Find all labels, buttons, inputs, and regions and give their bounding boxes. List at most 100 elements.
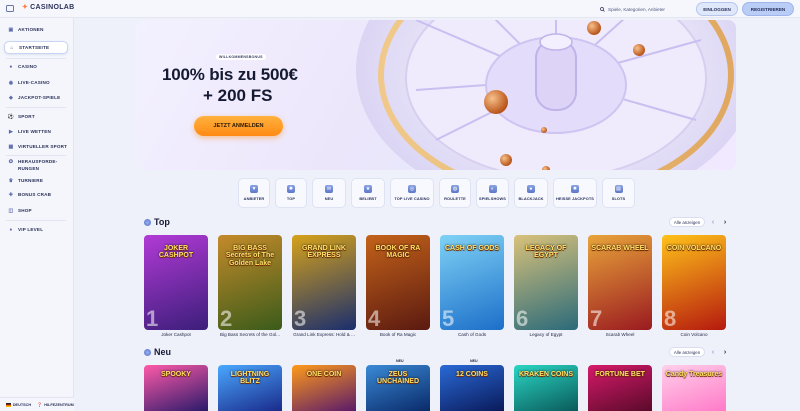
flag-de-icon	[5, 402, 11, 407]
slots-icon: ▤	[614, 185, 623, 193]
category-top[interactable]: ✹ TOP	[275, 178, 307, 208]
game-card[interactable]: SCARAB WHEEL 7	[588, 235, 652, 330]
language-selector[interactable]: DEUTSCH	[0, 398, 37, 411]
game-rank: 1	[146, 306, 159, 330]
ball-icon: ⚽	[7, 113, 15, 120]
section-title-top: Top	[144, 217, 170, 227]
signup-now-button[interactable]: JETZT ANMELDEN	[194, 116, 283, 136]
top-prev-arrow-icon[interactable]: ‹	[709, 217, 717, 227]
category-spielshows[interactable]: ◐ SPIELSHOWS	[476, 178, 509, 208]
virtual-icon: ▦	[8, 143, 14, 150]
logo[interactable]: ✦ CASINOLAB	[22, 3, 75, 12]
game-title[interactable]: Cash of Gods	[440, 332, 504, 337]
search-placeholder: Spiele, Kategorien, Anbieter	[608, 6, 665, 12]
sidebar-item-bonus-crab[interactable]: ✚ BONUS CRAB	[4, 188, 68, 201]
game-card[interactable]: FORTUNE BET	[588, 365, 652, 411]
sidebar-item-live-casino[interactable]: ◉ LIVE-CASINO	[4, 76, 68, 89]
game-title[interactable]: Grand Link Express: Hold & ...	[292, 332, 356, 337]
game-art-title: ZEUS UNCHAINED	[377, 371, 419, 386]
hero-banner[interactable]: WILLKOMMENSBONUS 100% bis zu 500€ + 200 …	[136, 20, 736, 170]
category-anbieter[interactable]: ▼ ANBIETER	[238, 178, 270, 208]
game-card[interactable]: KRAKEN COINS	[514, 365, 578, 411]
challenge-icon: ✪	[8, 159, 14, 165]
game-rank: 6	[516, 306, 529, 330]
sidebar-item-herausforderungen[interactable]: ✪ HERAUSFORDE- RUNGEN	[4, 157, 68, 175]
show-icon: ◐	[488, 185, 497, 193]
new-prev-arrow-icon[interactable]: ‹	[709, 347, 717, 357]
register-button[interactable]: REGISTRIEREN	[742, 2, 794, 16]
help-center-link[interactable]: ❓ HILFEZENTRUM	[37, 398, 74, 411]
game-art-title: COIN VOLCANO	[666, 245, 722, 252]
sidebar-item-shop[interactable]: ◫ SHOP	[4, 204, 68, 217]
logo-text: CASINOLAB	[30, 3, 75, 11]
trophy-icon: ♛	[8, 177, 14, 184]
sidebar-item-live-wetten[interactable]: ▶ LIVE WETTEN	[4, 125, 68, 138]
sidebar-item-startseite[interactable]: ⌂ STARTSEITE	[4, 41, 68, 54]
game-art-title: Candy Treasures	[665, 371, 723, 378]
game-rank: 7	[590, 306, 603, 330]
sidebar-toggle-icon[interactable]	[6, 5, 14, 12]
game-card[interactable]: SPOOKY	[144, 365, 208, 411]
category-roulette[interactable]: ◍ ROULETTE	[439, 178, 471, 208]
game-card[interactable]: Candy Treasures	[662, 365, 726, 411]
game-art-title: SCARAB WHEEL	[591, 245, 649, 252]
category-top-live-casino[interactable]: ◎ TOP LIVE CASINO	[390, 178, 434, 208]
category-beliebt[interactable]: ★ BELIEBT	[351, 178, 385, 208]
top-show-all-button[interactable]: Alle anzeigen	[669, 217, 705, 227]
game-art-title: ONE COIN	[306, 371, 342, 378]
filter-icon: ▼	[250, 185, 258, 193]
game-card[interactable]: 12 COINS	[440, 365, 504, 411]
game-card[interactable]: CASH OF GODS 5	[440, 235, 504, 330]
divider	[6, 107, 66, 108]
shop-icon: ◫	[8, 207, 14, 214]
game-card[interactable]: JOKER CASHPOT 1	[144, 235, 208, 330]
crab-icon: ✚	[8, 191, 14, 198]
fire-icon: ✸	[571, 185, 579, 193]
sidebar-item-virtueller-sport[interactable]: ▦ VIRTUELLER SPORT	[4, 140, 68, 153]
game-card[interactable]: BIG BASS Secrets of The Golden Lake 2	[218, 235, 282, 330]
game-title[interactable]: Joker Cashpot	[144, 332, 208, 337]
new-icon: ✉	[325, 185, 333, 193]
hero-badge: WILLKOMMENSBONUS	[216, 54, 266, 60]
hero-subheadline: + 200 FS	[203, 86, 273, 105]
category-blackjack[interactable]: ♠ BLACKJACK	[514, 178, 548, 208]
sidebar-item-vip[interactable]: ♦ VIP LEVEL	[4, 223, 68, 236]
category-neu[interactable]: ✉ NEU	[312, 178, 346, 208]
game-title[interactable]: Scarab Wheel	[588, 332, 652, 337]
game-card[interactable]: LIGHTNING BLITZ	[218, 365, 282, 411]
new-section-icon	[144, 348, 151, 356]
game-card[interactable]: COIN VOLCANO 8	[662, 235, 726, 330]
game-card[interactable]: ONE COIN	[292, 365, 356, 411]
sidebar-item-sport[interactable]: ⚽ SPORT	[4, 110, 68, 123]
logo-mark-icon: ✦	[22, 4, 29, 11]
login-button[interactable]: EINLOGGEN	[696, 2, 738, 16]
sidebar-item-aktionen[interactable]: ▣ AKTIONEN	[4, 23, 68, 36]
game-card[interactable]: ZEUS UNCHAINED	[366, 365, 430, 411]
category-slots[interactable]: ▤ SLOTS	[602, 178, 635, 208]
sidebar-item-turniere[interactable]: ♛ TURNIERE	[4, 174, 68, 187]
help-icon: ❓	[37, 402, 43, 407]
category-heisse-jackpots[interactable]: ✸ HEISSE JACKPOTS	[553, 178, 597, 208]
game-card[interactable]: GRAND LINK EXPRESS 3	[292, 235, 356, 330]
game-title[interactable]: Book of Ra Magic	[366, 332, 430, 337]
top-next-arrow-icon[interactable]: ›	[721, 217, 729, 227]
sidebar-item-casino[interactable]: ● CASINO	[4, 60, 68, 73]
game-title[interactable]: Coin Volcano	[662, 332, 726, 337]
search-input[interactable]: Spiele, Kategorien, Anbieter	[600, 4, 690, 14]
game-title[interactable]: Legacy of Egypt	[514, 332, 578, 337]
game-rank: 8	[664, 306, 677, 330]
game-rank: 2	[220, 306, 233, 330]
new-next-arrow-icon[interactable]: ›	[721, 347, 729, 357]
game-art-title: LIGHTNING BLITZ	[230, 371, 270, 386]
home-icon: ⌂	[10, 44, 14, 51]
game-card[interactable]: LEGACY OF EGYPT 6	[514, 235, 578, 330]
sidebar-item-jackpot[interactable]: ◆ JACKPOT-SPIELE	[4, 91, 68, 104]
jackpot-icon: ◆	[8, 94, 14, 101]
game-title[interactable]: Big Bass Secrets of the Gol...	[218, 332, 282, 337]
game-art-title: CASH OF GODS	[444, 245, 500, 252]
new-badge: NEU	[396, 359, 404, 363]
game-card[interactable]: BOOK OF RA MAGIC 4	[366, 235, 430, 330]
game-art-title: 12 COINS	[456, 371, 488, 378]
gear-icon: ✹	[287, 185, 295, 193]
new-show-all-button[interactable]: Alle anzeigen	[669, 347, 705, 357]
